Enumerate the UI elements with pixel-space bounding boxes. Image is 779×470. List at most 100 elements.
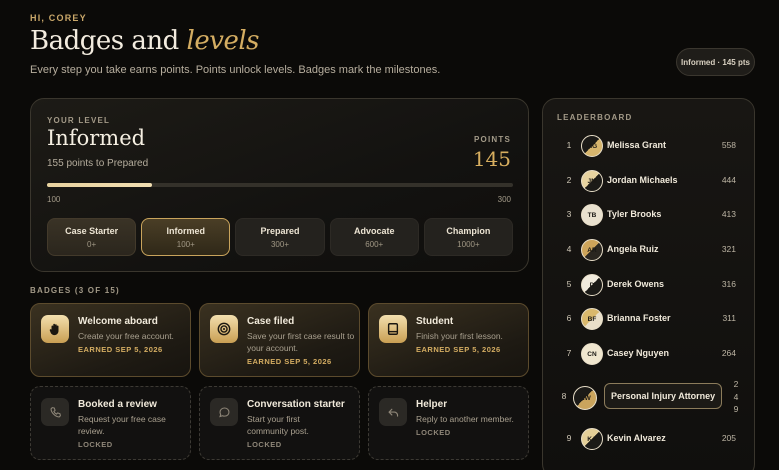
avatar: TB	[581, 204, 603, 226]
leaderboard-rank: 5	[566, 279, 572, 289]
badge-desc: Request your free case review.	[78, 414, 166, 436]
leaderboard-row[interactable]: 3 TB Tyler Brooks 413	[543, 203, 754, 227]
tier-points: 300+	[270, 239, 290, 249]
badge-desc: Finish your first lesson.	[416, 331, 503, 341]
progress-max-label: 300	[497, 195, 511, 204]
tier-case-starter[interactable]: Case Starter 0+	[47, 218, 137, 256]
greeting: HI, COREY	[30, 13, 87, 23]
badge-meta: LOCKED	[416, 428, 451, 437]
badge-desc: Start your first community post.	[247, 414, 309, 436]
badge-desc: Save your first case result to your acco…	[247, 331, 355, 353]
avatar: AR	[581, 239, 603, 261]
tier-champion[interactable]: Champion 1000+	[423, 218, 514, 256]
level-tiers: Case Starter 0+ Informed 100+ Prepared 3…	[47, 218, 514, 256]
badge-title: Welcome aboard	[78, 316, 158, 327]
leaderboard-row-you[interactable]: 8 MW Personal Injury Attorney 249	[543, 379, 754, 414]
leaderboard-row[interactable]: 2 JM Jordan Michaels 444	[543, 169, 754, 193]
leaderboard-name: Personal Injury Attorney	[604, 383, 723, 409]
level-name: Informed	[47, 126, 146, 150]
badge-meta: EARNED SEP 5, 2026	[247, 357, 332, 366]
leaderboard-score: 205	[721, 433, 736, 443]
points-label: POINTS	[474, 135, 511, 144]
leaderboard-rank: 1	[566, 140, 572, 150]
hand-icon	[41, 315, 69, 343]
badge-title: Booked a review	[78, 399, 157, 410]
level-eyebrow: YOUR LEVEL	[47, 116, 111, 125]
leaderboard-row[interactable]: 5 D Derek Owens 316	[543, 273, 754, 297]
tier-points: 1000+	[457, 239, 480, 249]
tier-name: Informed	[166, 225, 206, 236]
leaderboard-rank: 4	[566, 244, 572, 254]
badge-card[interactable]: Booked a review Request your free case r…	[30, 386, 191, 460]
leaderboard-score: 321	[721, 244, 736, 254]
leaderboard-rank: 6	[566, 313, 572, 323]
badge-title: Case filed	[247, 316, 295, 327]
badge-card[interactable]: Helper Reply to another member. LOCKED	[368, 386, 529, 460]
leaderboard-row[interactable]: 1 MG Melissa Grant 558	[543, 134, 754, 158]
avatar: BF	[581, 308, 603, 330]
leaderboard-name: Kevin Alvarez	[607, 433, 666, 443]
book-icon	[379, 315, 407, 343]
leaderboard-heading: LEADERBOARD	[557, 113, 633, 122]
leaderboard-row[interactable]: 9 KA Kevin Alvarez 205	[543, 427, 754, 451]
avatar: JM	[581, 170, 603, 192]
avatar: KA	[581, 428, 603, 450]
leaderboard-score: 558	[721, 140, 736, 150]
leaderboard-card: LEADERBOARD 1 MG Melissa Grant 558 2 JM Jordan…	[542, 98, 755, 470]
tier-name: Prepared	[260, 225, 300, 236]
leaderboard-name: Casey Nguyen	[607, 348, 670, 358]
tier-name: Advocate	[353, 225, 395, 236]
leaderboard-rank: 7	[566, 348, 572, 358]
points-pill[interactable]: Informed · 145 pts	[676, 48, 755, 76]
tier-prepared[interactable]: Prepared 300+	[235, 218, 325, 256]
badges-heading: BADGES (3 OF 15)	[30, 286, 120, 295]
leaderboard-name: Tyler Brooks	[607, 209, 662, 219]
tier-points: 600+	[365, 239, 384, 249]
level-progress-fill	[47, 183, 152, 187]
level-progress-bar	[47, 183, 513, 187]
leaderboard-row[interactable]: 7 CN Casey Nguyen 264	[543, 342, 754, 366]
leaderboard-score: 311	[722, 313, 736, 323]
level-card: YOUR LEVEL Informed 155 points to Prepar…	[30, 98, 529, 272]
leaderboard-name: Derek Owens	[607, 279, 665, 289]
badge-meta: EARNED SEP 5, 2026	[78, 345, 163, 354]
leaderboard-score: 249	[733, 379, 739, 414]
leaderboard-rank: 2	[566, 175, 572, 185]
tier-name: Case Starter	[65, 225, 119, 236]
reply-icon	[379, 398, 407, 426]
avatar: MG	[581, 135, 603, 157]
target-icon	[210, 315, 238, 343]
badge-card[interactable]: Student Finish your first lesson. EARNED…	[368, 303, 529, 377]
badge-card[interactable]: Conversation starter Start your first co…	[199, 386, 360, 460]
leaderboard-score: 264	[721, 348, 736, 358]
leaderboard-name: Melissa Grant	[607, 140, 667, 150]
tier-informed[interactable]: Informed 100+	[141, 218, 231, 256]
avatar: CN	[581, 343, 603, 365]
leaderboard-score: 444	[721, 175, 736, 185]
avatar: D	[581, 274, 603, 296]
leaderboard-name: Jordan Michaels	[607, 175, 678, 185]
badge-card[interactable]: Welcome aboard Create your free account.…	[30, 303, 191, 377]
tier-advocate[interactable]: Advocate 600+	[329, 218, 419, 256]
badge-desc: Reply to another member.	[416, 414, 514, 424]
badge-meta: LOCKED	[247, 440, 282, 449]
level-next-text: 155 points to Prepared	[47, 158, 149, 169]
page-title-main: Badges and	[30, 26, 179, 56]
leaderboard-score: 316	[721, 279, 736, 289]
badge-card[interactable]: Case filed Save your first case result t…	[199, 303, 360, 377]
phone-icon	[41, 398, 69, 426]
page-title: Badges and levels	[30, 26, 259, 56]
points-value: 145	[472, 147, 511, 171]
avatar: MW	[573, 386, 597, 410]
leaderboard-row[interactable]: 6 BF Brianna Foster 311	[543, 307, 754, 331]
badge-title: Student	[416, 316, 454, 327]
page-title-accent: levels	[186, 26, 260, 56]
leaderboard-score: 413	[721, 209, 736, 219]
badge-title: Helper	[416, 399, 448, 410]
leaderboard-row[interactable]: 4 AR Angela Ruiz 321	[543, 238, 754, 262]
badge-meta: EARNED SEP 5, 2026	[416, 345, 501, 354]
progress-min-label: 100	[47, 195, 61, 204]
leaderboard-name: Angela Ruiz	[607, 244, 659, 254]
page-subtitle: Every step you take earns points. Points…	[30, 64, 441, 76]
leaderboard-name: Brianna Foster	[607, 313, 671, 323]
